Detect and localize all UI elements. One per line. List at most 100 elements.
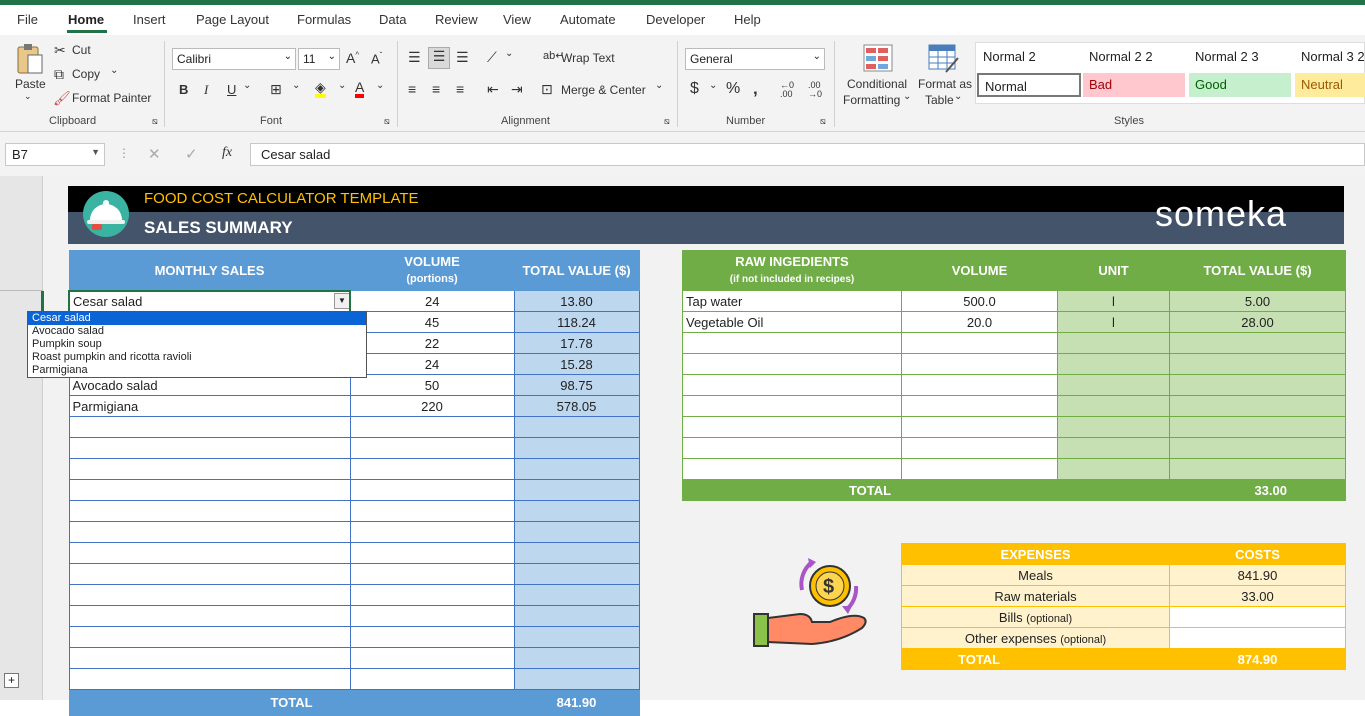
empty-cell[interactable] — [68, 584, 351, 606]
copy-button[interactable]: Copy — [72, 67, 100, 81]
paste-chevron-icon[interactable]: ⌄ — [24, 91, 32, 102]
increase-font-icon[interactable]: A^ — [346, 50, 359, 66]
empty-cell[interactable] — [68, 416, 351, 438]
align-center-icon[interactable]: ≡ — [432, 81, 440, 97]
raw-volume-cell[interactable]: 500.0 — [901, 290, 1058, 312]
sales-volume-cell[interactable]: 45 — [349, 311, 515, 333]
percent-icon[interactable]: % — [726, 80, 740, 98]
empty-cell[interactable] — [349, 605, 515, 627]
tab-automate[interactable]: Automate — [560, 12, 616, 27]
clipboard-launcher-icon[interactable]: ⧅ — [152, 116, 158, 127]
sales-volume-cell[interactable]: 22 — [349, 332, 515, 354]
dropdown-option-selected[interactable]: Cesar salad — [28, 312, 366, 325]
item-dropdown-list[interactable]: Cesar salad Avocado salad Pumpkin soup R… — [27, 311, 367, 378]
format-as-table-button[interactable]: Format as — [918, 77, 972, 91]
empty-cell[interactable] — [349, 584, 515, 606]
chevron-down-icon[interactable]: ⌄ — [655, 80, 663, 91]
bold-button[interactable]: B — [179, 82, 188, 97]
dropdown-option[interactable]: Pumpkin soup — [28, 338, 366, 351]
empty-cell[interactable] — [682, 353, 902, 375]
empty-cell[interactable] — [901, 416, 1058, 438]
empty-cell[interactable] — [682, 374, 902, 396]
format-as-table-icon[interactable] — [928, 44, 960, 74]
empty-cell[interactable] — [349, 479, 515, 501]
expand-icon[interactable]: + — [4, 673, 19, 688]
expense-cost-input[interactable] — [1169, 606, 1346, 628]
italic-button[interactable]: I — [204, 82, 208, 98]
tab-view[interactable]: View — [503, 12, 531, 27]
empty-cell[interactable] — [68, 437, 351, 459]
empty-cell[interactable] — [901, 353, 1058, 375]
chevron-down-icon[interactable]: ⌄ — [505, 48, 513, 59]
sales-volume-cell[interactable]: 24 — [349, 353, 515, 375]
style-normal-2-2[interactable]: Normal 2 2 — [1083, 45, 1187, 69]
name-box[interactable]: B7 ▼ — [5, 143, 105, 166]
align-top-icon[interactable]: ☰ — [408, 49, 421, 66]
tab-insert[interactable]: Insert — [133, 12, 166, 27]
raw-item-cell[interactable]: Vegetable Oil — [682, 311, 902, 333]
tab-home[interactable]: Home — [68, 12, 104, 27]
tab-formulas[interactable]: Formulas — [297, 12, 351, 27]
chevron-down-icon[interactable]: ⌄ — [903, 91, 911, 102]
empty-cell[interactable] — [901, 458, 1058, 480]
chevron-down-icon[interactable]: ⌄ — [709, 80, 717, 91]
sales-item-cell[interactable]: Parmigiana — [68, 395, 351, 417]
cancel-icon[interactable]: ✕ — [148, 145, 161, 163]
style-normal-2-3[interactable]: Normal 2 3 — [1189, 45, 1293, 69]
tab-review[interactable]: Review — [435, 12, 478, 27]
fill-color-icon[interactable]: ◈ — [315, 80, 326, 98]
empty-cell[interactable] — [349, 416, 515, 438]
currency-icon[interactable]: $ — [690, 80, 699, 98]
borders-icon[interactable]: ⊞ — [270, 81, 282, 98]
sales-volume-cell[interactable]: 220 — [349, 395, 515, 417]
empty-cell[interactable] — [682, 332, 902, 354]
style-bad[interactable]: Bad — [1083, 73, 1185, 97]
empty-cell[interactable] — [68, 647, 351, 669]
number-format-dropdown[interactable]: General ⌄ — [685, 48, 825, 70]
merge-center-button[interactable]: Merge & Center — [561, 83, 646, 97]
empty-cell[interactable] — [349, 647, 515, 669]
empty-cell[interactable] — [68, 479, 351, 501]
comma-style-icon[interactable]: , — [753, 79, 758, 99]
raw-volume-cell[interactable]: 20.0 — [901, 311, 1058, 333]
empty-cell[interactable] — [349, 500, 515, 522]
empty-cell[interactable] — [682, 458, 902, 480]
decrease-indent-icon[interactable]: ⇤ — [487, 81, 499, 98]
align-right-icon[interactable]: ≡ — [456, 81, 464, 97]
tab-data[interactable]: Data — [379, 12, 406, 27]
empty-cell[interactable] — [901, 332, 1058, 354]
empty-cell[interactable] — [901, 374, 1058, 396]
style-normal-2[interactable]: Normal 2 — [977, 45, 1081, 69]
empty-cell[interactable] — [901, 437, 1058, 459]
empty-cell[interactable] — [68, 563, 351, 585]
style-neutral[interactable]: Neutral — [1295, 73, 1365, 97]
align-left-icon[interactable]: ≡ — [408, 81, 416, 97]
paste-button[interactable]: Paste — [15, 77, 46, 91]
align-bottom-icon[interactable]: ☰ — [456, 49, 469, 66]
tab-page-layout[interactable]: Page Layout — [196, 12, 269, 27]
increase-indent-icon[interactable]: ⇥ — [511, 81, 523, 98]
number-launcher-icon[interactable]: ⧅ — [820, 116, 826, 127]
empty-cell[interactable] — [682, 395, 902, 417]
chevron-down-icon[interactable]: ⌄ — [338, 80, 346, 91]
sales-volume-cell[interactable]: 24 — [349, 290, 515, 312]
paste-icon[interactable] — [14, 43, 44, 77]
underline-button[interactable]: U — [227, 82, 236, 97]
selected-cell[interactable]: Cesar salad ▼ — [68, 289, 351, 313]
font-name-dropdown[interactable]: Calibri ⌄ — [172, 48, 296, 70]
empty-cell[interactable] — [349, 542, 515, 564]
enter-icon[interactable]: ✓ — [185, 145, 198, 163]
conditional-formatting-icon[interactable] — [863, 44, 893, 74]
wrap-text-button[interactable]: Wrap Text — [561, 51, 615, 65]
decrease-decimal-icon[interactable]: .00 →0 — [808, 81, 822, 99]
font-launcher-icon[interactable]: ⧅ — [384, 116, 390, 127]
chevron-down-icon[interactable]: ⌄ — [243, 80, 251, 91]
format-painter-button[interactable]: Format Painter — [72, 91, 151, 105]
empty-cell[interactable] — [68, 500, 351, 522]
style-normal[interactable]: Normal — [977, 73, 1081, 97]
increase-decimal-icon[interactable]: ←0.00 — [780, 81, 794, 99]
tab-file[interactable]: File — [17, 12, 38, 27]
dropdown-option[interactable]: Avocado salad — [28, 325, 366, 338]
empty-cell[interactable] — [682, 416, 902, 438]
align-middle-icon[interactable]: ☰ — [428, 47, 450, 69]
